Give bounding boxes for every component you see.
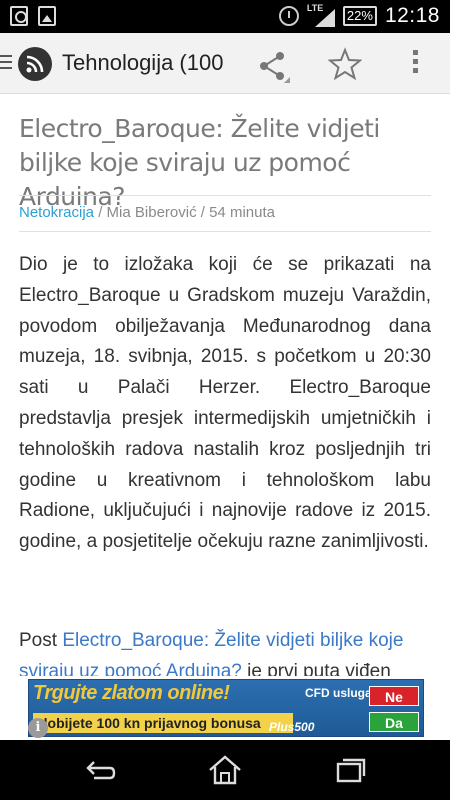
status-right: LTE 22% 12:18 (278, 3, 440, 28)
article-meta: Netokracija / Mia Biberović / 54 minuta (19, 204, 275, 221)
ad-banner[interactable]: Trgujte zlatom online! dobijete 100 kn p… (0, 676, 450, 740)
ad-bonus: dobijete 100 kn prijavnog bonusa (33, 713, 293, 733)
navigation-bar (0, 740, 450, 800)
article: Electro_Baroque: Želite vidjeti biljke k… (0, 94, 450, 676)
recent-apps-icon[interactable] (330, 754, 370, 786)
star-icon[interactable] (327, 47, 363, 81)
share-icon[interactable] (256, 49, 290, 83)
ad-info-icon[interactable]: i (28, 718, 48, 738)
feed-title: Tehnologija (100 (62, 50, 224, 75)
time-ago: 54 minuta (209, 204, 275, 221)
meta-separator: / (196, 204, 210, 221)
signal-icon: LTE (307, 3, 335, 27)
source-link[interactable]: Netokracija (19, 204, 94, 221)
ad-no-button[interactable]: Ne (369, 686, 419, 706)
ad-cfd: CFD usluga (305, 686, 372, 700)
overflow-menu-icon[interactable] (408, 47, 422, 81)
article-title[interactable]: Electro_Baroque: Želite vidjeti biljke k… (19, 112, 419, 214)
post-suffix: je prvi puta viđen (241, 660, 391, 676)
rss-feed-icon[interactable] (18, 47, 52, 81)
divider-top (19, 195, 431, 196)
drawer-indicator-icon[interactable] (0, 55, 12, 71)
author: Mia Biberović (106, 204, 197, 221)
action-bar: Tehnologija (100 (0, 33, 450, 94)
ad-yes-button[interactable]: Da (369, 712, 419, 732)
status-bar: LTE 22% 12:18 (0, 0, 450, 33)
post-prefix: Post (19, 630, 63, 651)
alarm-icon (278, 6, 299, 26)
battery-level: 22% (342, 6, 377, 26)
ad-creative[interactable]: Trgujte zlatom online! dobijete 100 kn p… (28, 679, 424, 737)
clock: 12:18 (384, 4, 440, 27)
home-icon[interactable] (205, 754, 245, 786)
notification-icons (10, 6, 56, 26)
ad-headline: Trgujte zlatom online! (33, 682, 230, 704)
ad-brand: Plus500 (269, 720, 315, 734)
divider-bottom (19, 231, 431, 232)
image-notification-icon (38, 6, 56, 26)
back-icon[interactable] (80, 754, 120, 786)
post-footer: Post Electro_Baroque: Želite vidjeti bil… (19, 626, 439, 676)
article-body: Dio je to izložaka koji će se prikazati … (19, 254, 431, 553)
meta-separator: / (94, 204, 107, 221)
sync-notification-icon (10, 6, 28, 26)
